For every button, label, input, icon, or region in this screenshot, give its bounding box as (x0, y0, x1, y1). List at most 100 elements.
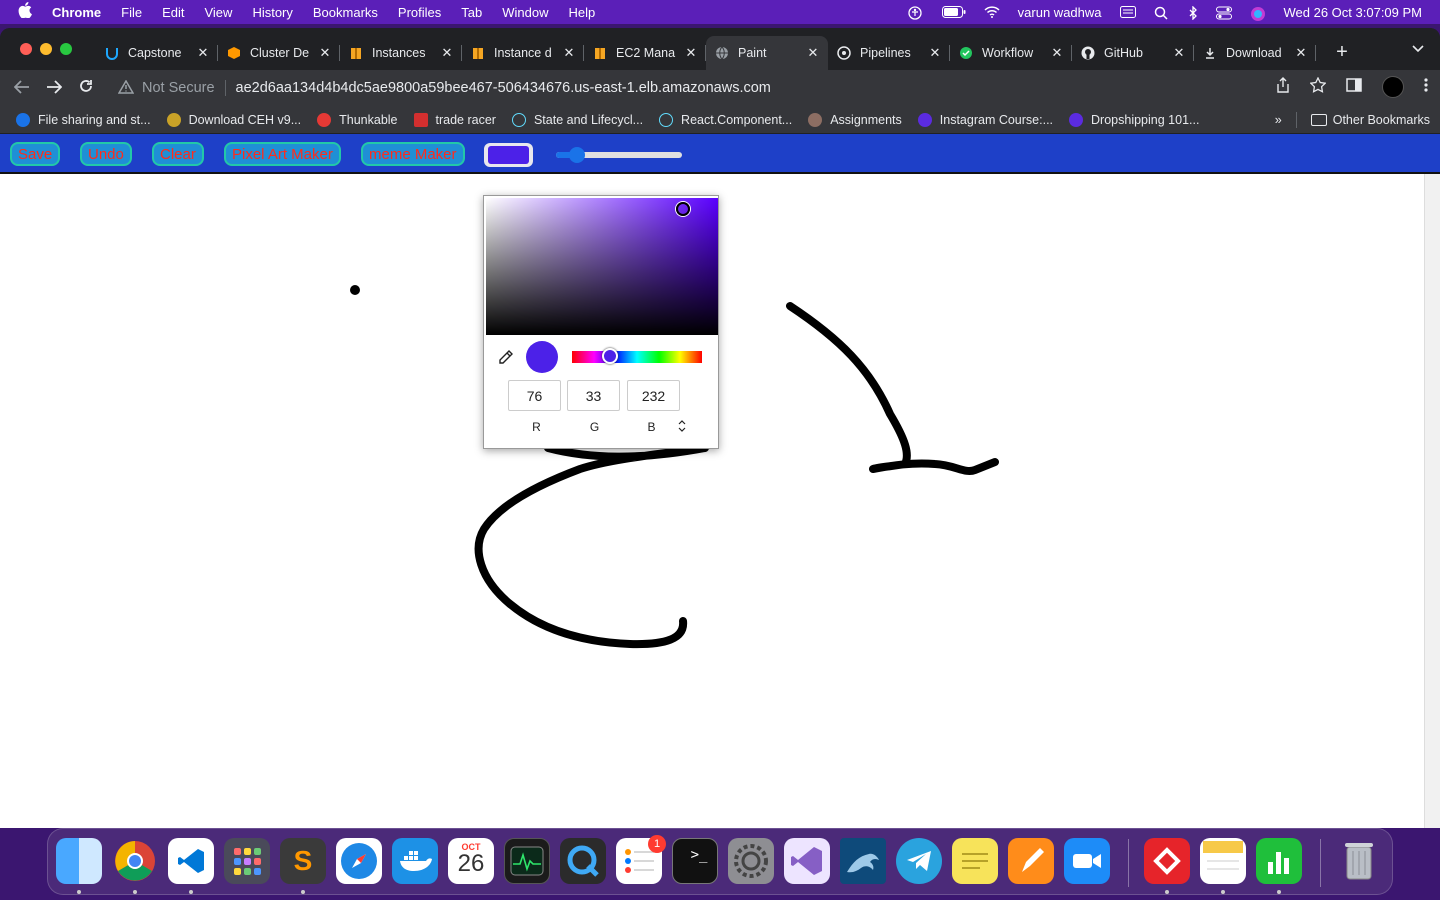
green-value-input[interactable]: 33 (567, 380, 620, 411)
saturation-value-knob[interactable] (676, 202, 690, 216)
tab-cluster-details[interactable]: Cluster De ✕ (218, 36, 340, 70)
zoom-window-button[interactable] (60, 43, 72, 55)
menubar-datetime[interactable]: Wed 26 Oct 3:07:09 PM (1284, 5, 1423, 20)
tab-instance-details[interactable]: Instance d ✕ (462, 36, 584, 70)
activity-monitor-icon[interactable] (504, 838, 550, 884)
bookmark-instagram-course[interactable]: Instagram Course:... (917, 112, 1053, 127)
bookmark-react-component[interactable]: React.Component... (659, 112, 792, 127)
spotlight-search-icon[interactable] (1154, 6, 1170, 20)
docker-icon[interactable] (392, 838, 438, 884)
hue-slider[interactable] (572, 351, 702, 363)
eyedropper-icon[interactable] (498, 349, 514, 368)
apple-menu-icon[interactable] (18, 2, 38, 22)
close-window-button[interactable] (20, 43, 32, 55)
hue-slider-knob[interactable] (602, 348, 618, 364)
bookmark-trade-racer[interactable]: trade racer (413, 112, 496, 127)
stickies-icon[interactable] (952, 838, 998, 884)
menu-tab[interactable]: Tab (461, 5, 482, 20)
chrome-menu-icon[interactable] (1424, 78, 1428, 96)
anydesk-icon[interactable] (1144, 838, 1190, 884)
system-preferences-icon[interactable] (728, 838, 774, 884)
profile-avatar[interactable] (1382, 76, 1404, 98)
safari-icon[interactable] (336, 838, 382, 884)
share-icon[interactable] (1276, 77, 1290, 97)
close-tab-icon[interactable]: ✕ (440, 45, 454, 61)
side-panel-icon[interactable] (1346, 78, 1362, 96)
blue-value-input[interactable]: 232 (627, 380, 680, 411)
close-tab-icon[interactable]: ✕ (806, 45, 820, 61)
telegram-icon[interactable] (896, 838, 942, 884)
close-tab-icon[interactable]: ✕ (318, 45, 332, 61)
menu-history[interactable]: History (252, 5, 292, 20)
control-center-icon[interactable] (1215, 6, 1232, 20)
notes-icon[interactable] (1200, 838, 1246, 884)
red-value-input[interactable]: 76 (508, 380, 561, 411)
quicktime-icon[interactable] (560, 838, 606, 884)
tab-capstone[interactable]: Capstone ✕ (96, 36, 218, 70)
chrome-icon[interactable] (112, 838, 158, 884)
save-button[interactable]: Save (10, 142, 61, 166)
menu-app-name[interactable]: Chrome (52, 5, 101, 20)
meme-maker-button[interactable]: meme Maker (361, 142, 465, 166)
undo-button[interactable]: Undo (80, 142, 132, 166)
brush-size-knob[interactable] (569, 147, 586, 163)
close-tab-icon[interactable]: ✕ (1172, 45, 1186, 61)
bookmark-thunkable[interactable]: Thunkable (317, 112, 398, 127)
close-tab-icon[interactable]: ✕ (562, 45, 576, 61)
format-toggle-icon[interactable] (678, 420, 686, 435)
color-input[interactable] (484, 143, 533, 167)
tab-workflow[interactable]: Workflow ✕ (950, 36, 1072, 70)
reload-button[interactable] (70, 78, 102, 99)
clear-button[interactable]: Clear (152, 142, 204, 166)
accessibility-status-icon[interactable] (908, 6, 924, 20)
menu-edit[interactable]: Edit (162, 5, 184, 20)
pixel-art-maker-button[interactable]: Pixel Art Maker (224, 142, 341, 166)
siri-icon[interactable] (1250, 6, 1266, 21)
launchpad-icon[interactable] (224, 838, 270, 884)
address-bar[interactable]: Not Secure ae2d6aa134d4b4dc5ae9800a59bee… (110, 74, 1310, 102)
bookmark-dropshipping[interactable]: Dropshipping 101... (1069, 112, 1199, 127)
tab-ec2-management[interactable]: EC2 Mana ✕ (584, 36, 706, 70)
bookmark-star-icon[interactable] (1309, 76, 1327, 97)
bookmark-state-lifecycle[interactable]: State and Lifecycl... (511, 112, 643, 127)
menu-profiles[interactable]: Profiles (398, 5, 441, 20)
tab-pipelines[interactable]: Pipelines ✕ (828, 36, 950, 70)
bluetooth-icon[interactable] (1188, 5, 1198, 21)
new-tab-button[interactable]: + (1330, 41, 1354, 64)
pages-icon[interactable] (1008, 838, 1054, 884)
wifi-icon[interactable] (984, 6, 1000, 18)
mysql-workbench-icon[interactable] (840, 838, 886, 884)
close-tab-icon[interactable]: ✕ (928, 45, 942, 61)
bookmark-assignments[interactable]: Assignments (808, 112, 902, 127)
close-tab-icon[interactable]: ✕ (684, 45, 698, 61)
keyboard-input-icon[interactable] (1119, 6, 1136, 18)
battery-icon[interactable] (941, 6, 966, 18)
close-tab-icon[interactable]: ✕ (1050, 45, 1064, 61)
tab-paint[interactable]: Paint ✕ (706, 36, 828, 70)
bookmark-file-sharing[interactable]: File sharing and st... (16, 112, 151, 127)
menu-window[interactable]: Window (502, 5, 548, 20)
forward-button[interactable] (38, 78, 70, 99)
url-text[interactable]: ae2d6aa134d4b4dc5ae9800a59bee467-5064346… (236, 80, 771, 96)
saturation-value-area[interactable] (486, 198, 718, 335)
more-bookmarks-icon[interactable]: » (1275, 113, 1282, 127)
menu-bookmarks[interactable]: Bookmarks (313, 5, 378, 20)
zoom-icon[interactable] (1064, 838, 1110, 884)
tab-search-chevron-icon[interactable] (1412, 42, 1424, 56)
sublime-text-icon[interactable]: S (280, 838, 326, 884)
security-status-label[interactable]: Not Secure (142, 80, 215, 96)
menu-view[interactable]: View (204, 5, 232, 20)
calendar-icon[interactable]: OCT 26 (448, 838, 494, 884)
menu-file[interactable]: File (121, 5, 142, 20)
menu-help[interactable]: Help (569, 5, 596, 20)
visual-studio-icon[interactable] (784, 838, 830, 884)
numbers-icon[interactable] (1256, 838, 1302, 884)
other-bookmarks-folder[interactable]: Other Bookmarks (1310, 113, 1430, 127)
menubar-user-name[interactable]: varun wadhwa (1018, 5, 1102, 20)
tab-instances[interactable]: Instances ✕ (340, 36, 462, 70)
brush-size-slider[interactable] (556, 147, 682, 163)
tab-github[interactable]: GitHub ✕ (1072, 36, 1194, 70)
page-scrollbar[interactable] (1424, 174, 1440, 828)
tab-download[interactable]: Download ✕ (1194, 36, 1316, 70)
bookmark-download-ceh[interactable]: Download CEH v9... (166, 112, 301, 127)
